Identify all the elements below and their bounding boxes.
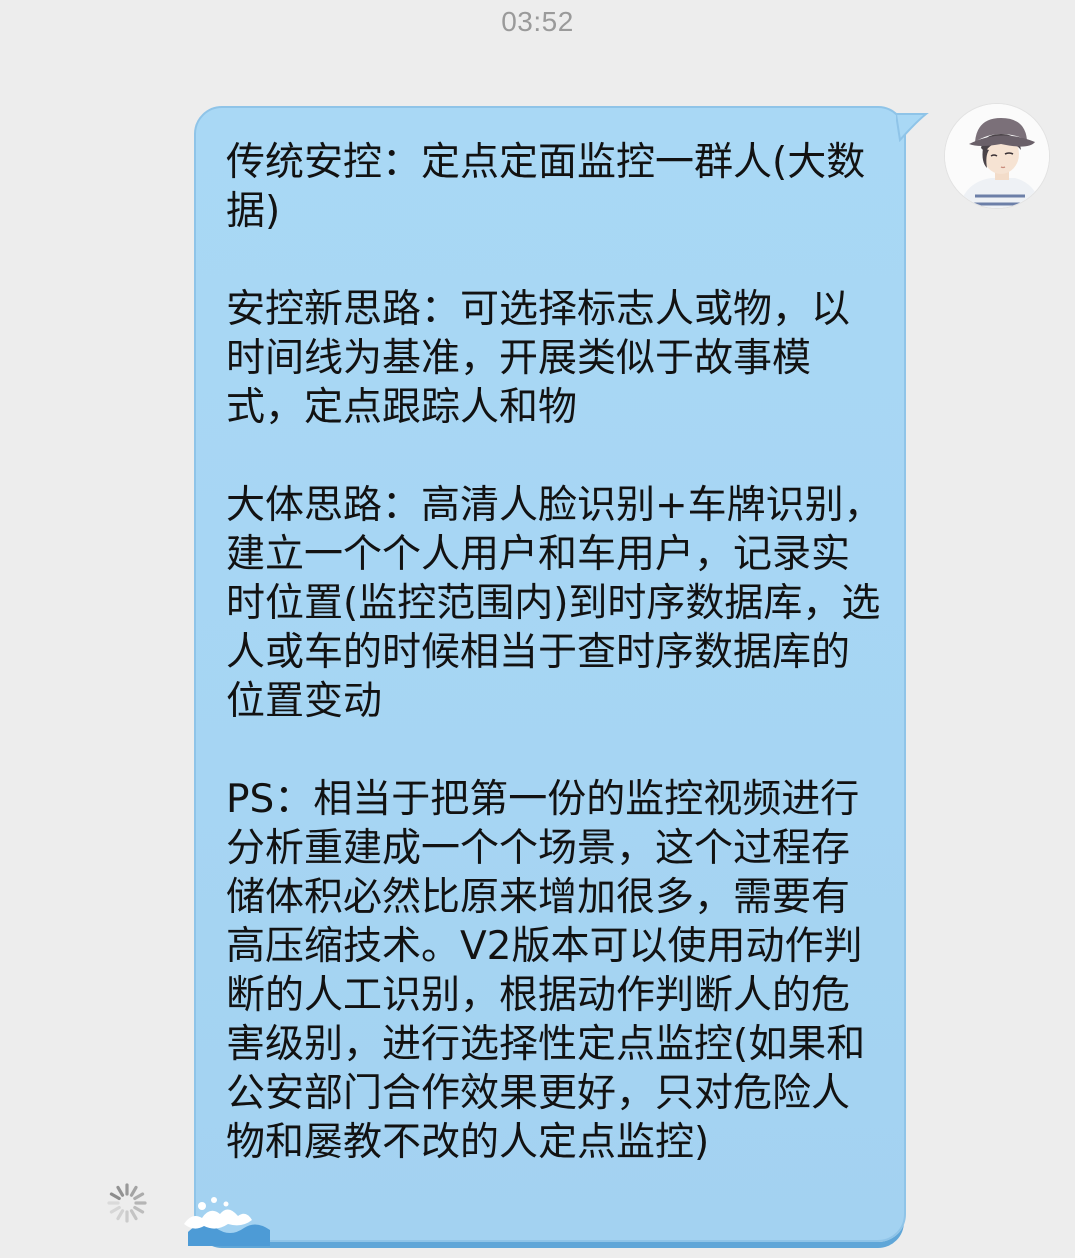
avatar-boy-bucket-hat-icon xyxy=(945,104,1049,208)
message-timestamp: 03:52 xyxy=(501,6,574,37)
loading-spinner-icon xyxy=(106,1182,148,1224)
bubble-tail xyxy=(896,112,930,142)
user-avatar[interactable] xyxy=(945,104,1049,208)
message-text[interactable]: 传统安控：定点定面监控一群人(大数据) 安控新思路：可选择标志人或物，以时间线为… xyxy=(226,138,886,1167)
bubble-wave-decoration xyxy=(182,1188,272,1246)
